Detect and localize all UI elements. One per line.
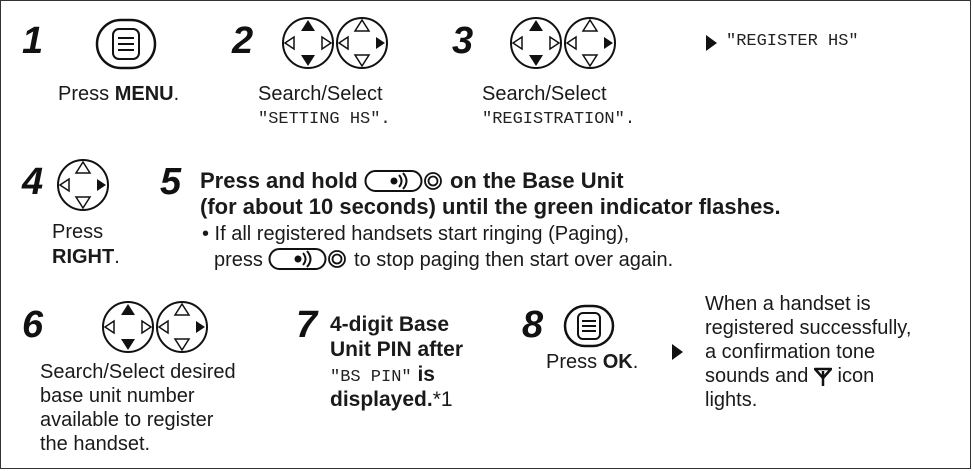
step-4-line1: Press [52, 221, 104, 243]
step-8-result-line: lights. [705, 389, 758, 411]
step-8-result-line: registered successfully, [705, 317, 912, 339]
menu-label: MENU [114, 83, 174, 105]
step-8-result-line: sounds and icon [705, 364, 874, 388]
step-number: 7 [296, 304, 318, 346]
step-number: 1 [22, 20, 44, 62]
step-7-line1: 4-digit Base [330, 313, 450, 336]
press-label: Press [58, 83, 115, 105]
step-number: 5 [160, 161, 182, 203]
navigator-key-icon [55, 156, 111, 214]
period: . [114, 246, 120, 268]
period: . [173, 83, 180, 105]
step-5-line2: (for about 10 seconds) until the green i… [200, 194, 781, 219]
is-text: is [411, 363, 435, 386]
step-6-line: Search/Select desired [40, 361, 236, 383]
press-text: press [214, 249, 263, 271]
step-6-line: the handset. [40, 433, 151, 455]
footnote-ref: *1 [432, 388, 453, 411]
step-7-line2: Unit PIN after [330, 338, 464, 361]
step-3-mono: "REGISTRATION". [482, 110, 636, 129]
step-7-line3: "BS PIN" is [330, 362, 435, 390]
navigator-key-icon [508, 14, 618, 72]
step-6-line: base unit number [40, 385, 195, 407]
step-8-result-line: When a handset is [705, 293, 871, 315]
step-6-line: available to register [40, 409, 214, 431]
step-8-result-line: a confirmation tone [705, 341, 876, 363]
ok-label: OK [602, 351, 633, 373]
displayed-text: displayed. [330, 388, 433, 411]
step-1-text: Press MENU. [58, 82, 179, 106]
step-2-line1: Search/Select [258, 83, 383, 105]
period: . [632, 351, 639, 373]
bs-pin-text: "BS PIN" [330, 368, 412, 387]
step-number: 6 [22, 304, 44, 346]
step-2-mono: "SETTING HS". [258, 110, 391, 129]
locator-button-icon [364, 169, 444, 193]
step-3-line1: Search/Select [482, 83, 607, 105]
step-8-text: Press OK. [546, 350, 638, 374]
step-3-result: "REGISTER HS" [726, 32, 859, 51]
step-number: 4 [22, 161, 44, 203]
antenna-icon [813, 367, 832, 387]
step-number: 3 [452, 20, 474, 62]
navigator-key-icon [280, 14, 390, 72]
press-label: Press [546, 351, 603, 373]
step-5-bullet: • If all registered handsets start ringi… [202, 223, 630, 245]
step-5-line1: Press and hold on the Base Unit [200, 168, 624, 194]
press-and-hold-text: Press and hold [200, 168, 358, 193]
result-arrow-icon [672, 344, 684, 360]
step-7-line4: displayed.*1 [330, 387, 453, 412]
sounds-and-text: sounds and [705, 365, 809, 387]
result-arrow-icon [706, 35, 718, 51]
menu-button-icon [563, 304, 615, 348]
step-4-line2: RIGHT. [52, 245, 120, 269]
base-unit-text: on the Base Unit [449, 168, 624, 193]
step-number: 8 [522, 304, 544, 346]
icon-text: icon [837, 365, 875, 387]
step-5-bullet-cont: press to stop paging then start over aga… [214, 247, 673, 272]
stop-paging-text: to stop paging then start over again. [354, 249, 674, 271]
locator-button-icon [268, 247, 348, 271]
step-number: 2 [232, 20, 254, 62]
navigator-key-icon [100, 298, 210, 356]
right-label: RIGHT [52, 246, 115, 268]
menu-button-icon [95, 18, 157, 70]
